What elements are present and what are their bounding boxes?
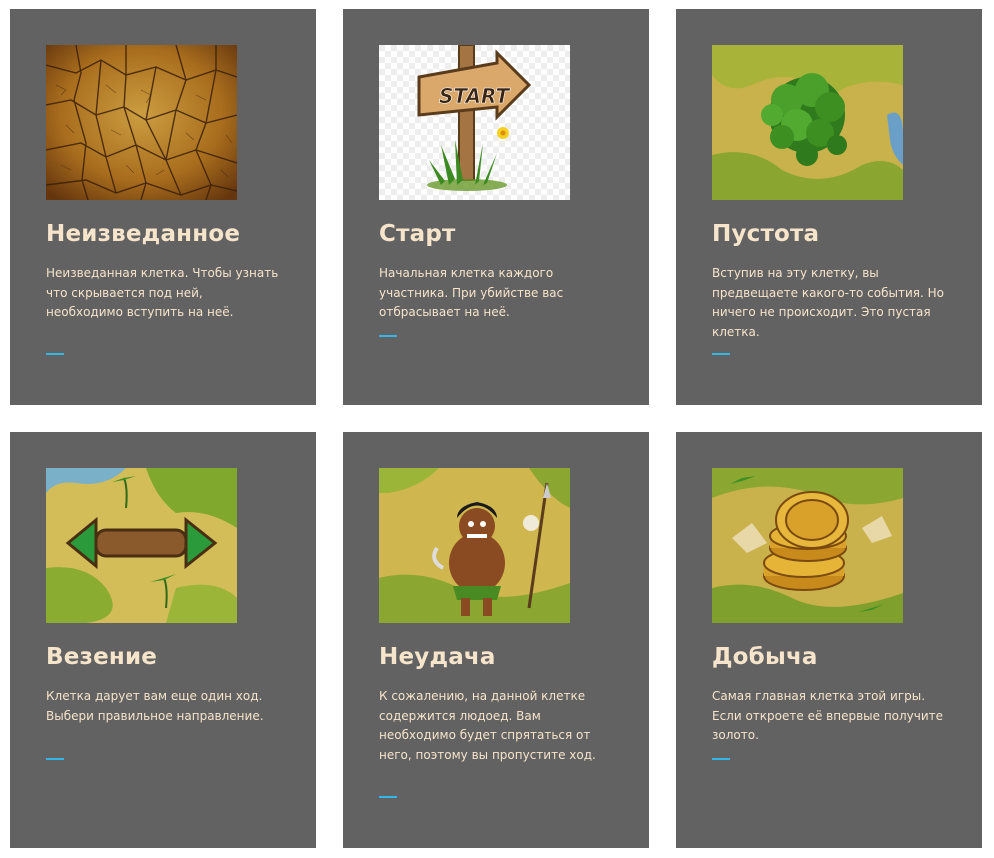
accent-dash <box>712 353 730 355</box>
card-start: START Старт Начальная клетка каждого уча… <box>343 9 649 405</box>
card-luck: Везение Клетка дарует вам еще один ход. … <box>10 432 316 848</box>
cracked-earth-icon <box>46 45 237 200</box>
card-empty: Пустота Вступив на эту клетку, вы предве… <box>676 9 982 405</box>
accent-dash <box>46 758 64 760</box>
cannibal-image <box>379 468 570 623</box>
card-description: Начальная клетка каждого участника. При … <box>379 266 564 319</box>
card-description: Самая главная клетка этой игры. Если отк… <box>712 689 944 742</box>
card-description: Неизведанная клетка. Чтобы узнать что ск… <box>46 266 279 319</box>
start-sign-image: START <box>379 45 570 200</box>
cannibal-icon <box>379 468 570 623</box>
start-signpost-icon: START <box>379 45 570 200</box>
card-description: К сожалению, на данной клетке содержится… <box>379 689 596 762</box>
sign-text: START <box>439 84 510 108</box>
accent-dash <box>379 796 397 798</box>
accent-dash <box>46 353 64 355</box>
card-description: Вступив на эту клетку, вы предвещаете ка… <box>712 266 944 339</box>
card-loot: Добыча Самая главная клетка этой игры. Е… <box>676 432 982 848</box>
card-description: Клетка дарует вам еще один ход. Выбери п… <box>46 689 264 723</box>
card-title: Старт <box>379 221 456 247</box>
cracked-earth-image <box>46 45 237 200</box>
accent-dash <box>712 758 730 760</box>
card-title: Неизведанное <box>46 221 241 247</box>
card-title: Неудача <box>379 644 496 670</box>
gold-coins-icon <box>712 468 903 623</box>
forest-image <box>712 45 903 200</box>
card-unexplored: Неизведанное Неизведанная клетка. Чтобы … <box>10 9 316 405</box>
arrows-sign-icon <box>46 468 237 623</box>
card-title: Добыча <box>712 644 818 670</box>
forest-island-icon <box>712 45 903 200</box>
arrows-image <box>46 468 237 623</box>
gold-coins-image <box>712 468 903 623</box>
card-bad-luck: Неудача К сожалению, на данной клетке со… <box>343 432 649 848</box>
accent-dash <box>379 335 397 337</box>
card-title: Везение <box>46 644 158 670</box>
card-title: Пустота <box>712 221 820 247</box>
